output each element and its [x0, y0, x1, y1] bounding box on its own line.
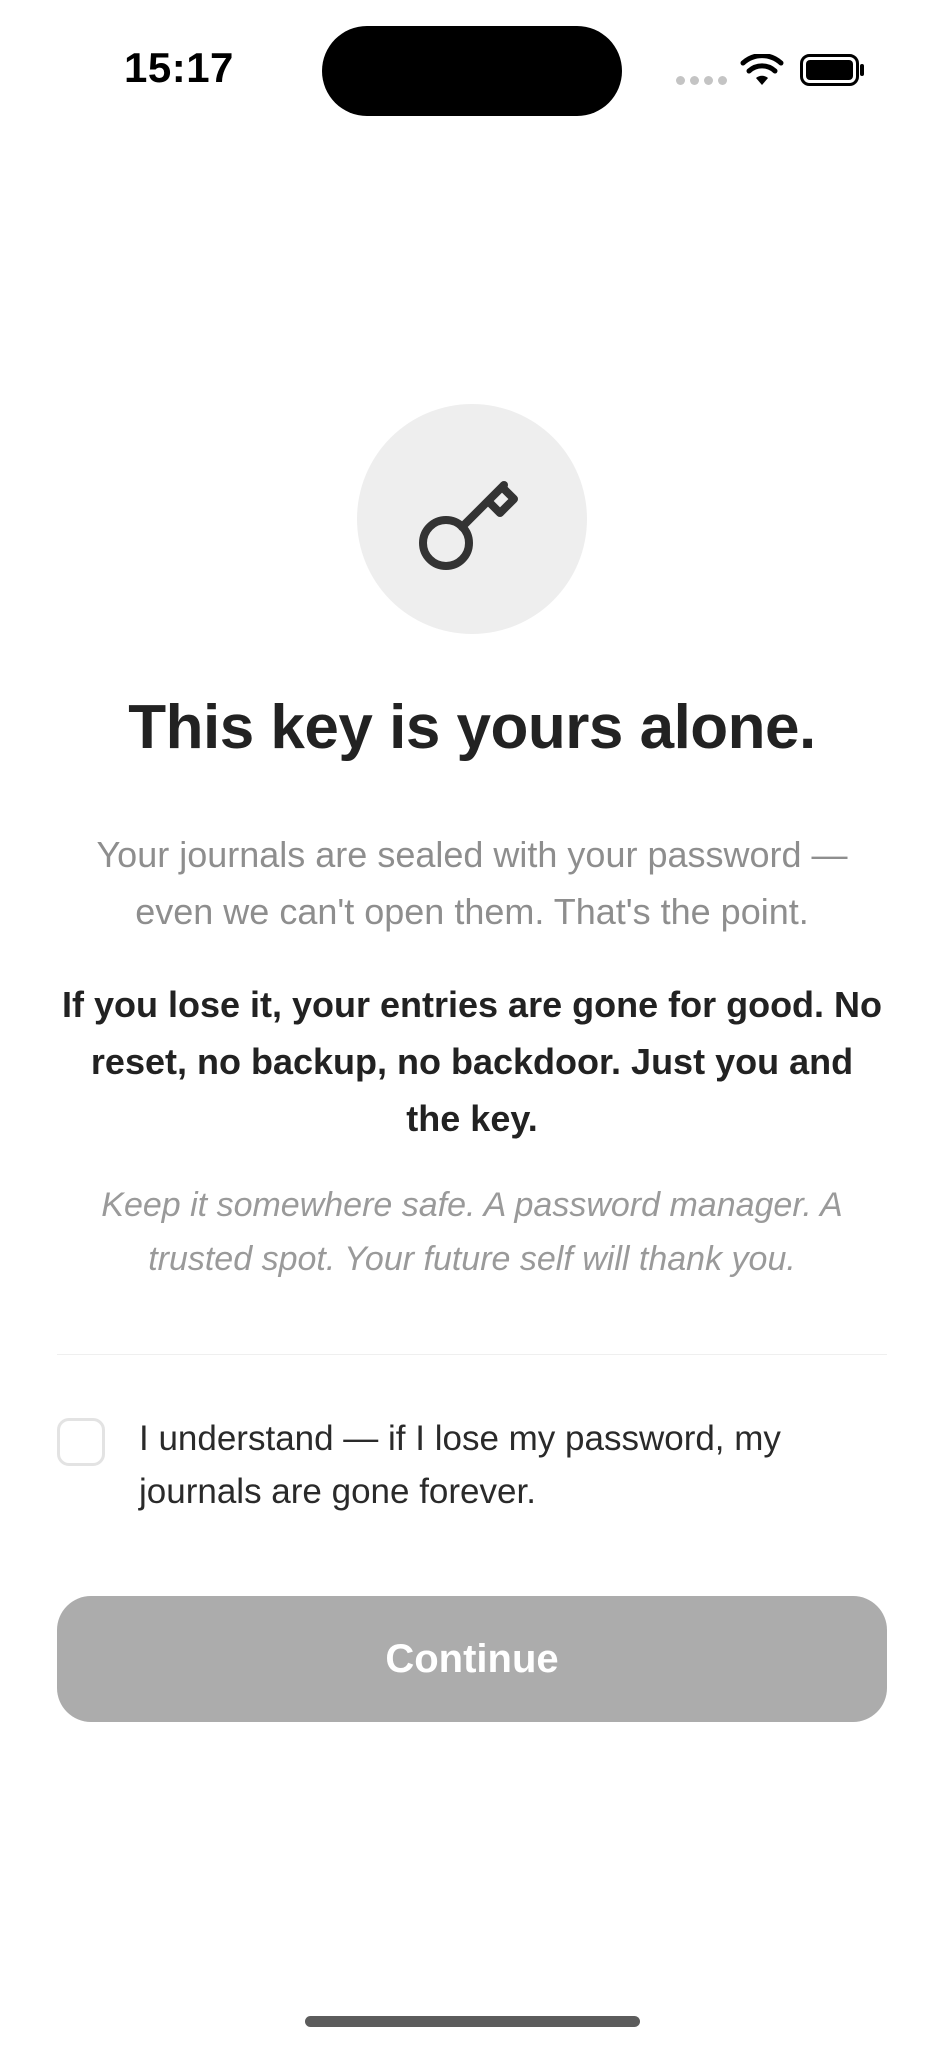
home-indicator: [305, 2016, 640, 2027]
page-title: This key is yours alone.: [128, 693, 816, 762]
warning-text: If you lose it, your entries are gone fo…: [61, 984, 883, 1139]
status-bar: 15:17: [0, 0, 944, 140]
signal-dots-icon: [676, 76, 727, 85]
key-icon: [419, 481, 518, 570]
continue-button[interactable]: Continue: [57, 1596, 887, 1722]
status-time: 15:17: [124, 44, 234, 91]
wifi-icon: [740, 54, 784, 85]
acknowledge-label[interactable]: I understand — if I lose my password, my…: [139, 1412, 859, 1518]
key-icon-badge: [357, 404, 587, 634]
acknowledge-checkbox[interactable]: [57, 1418, 105, 1466]
dynamic-island: [322, 26, 622, 116]
acknowledgement-row[interactable]: I understand — if I lose my password, my…: [57, 1412, 887, 1522]
intro-text: Your journals are sealed with your passw…: [96, 834, 848, 932]
battery-icon: [800, 54, 864, 86]
tip-text: Keep it somewhere safe. A password manag…: [101, 1186, 843, 1278]
divider: [57, 1354, 887, 1355]
